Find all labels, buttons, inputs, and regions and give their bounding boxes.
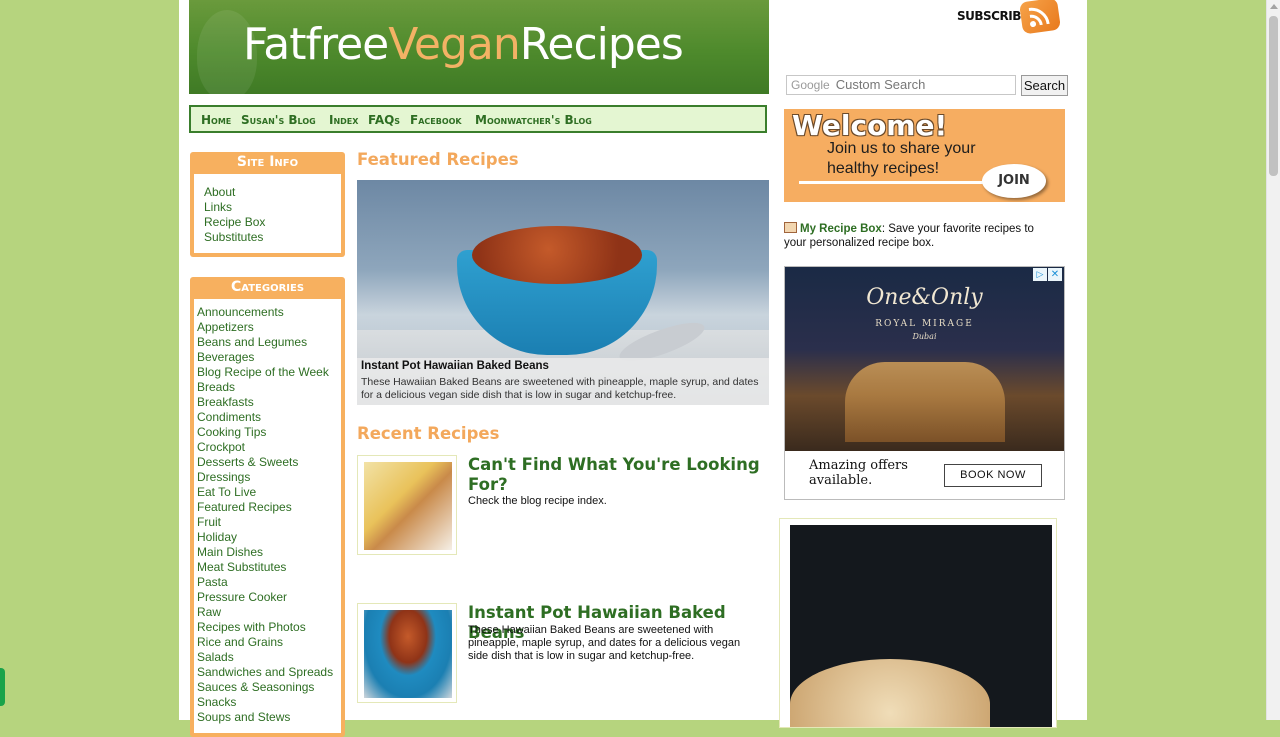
category-link[interactable]: Condiments — [197, 410, 341, 425]
category-link[interactable]: Sandwiches and Spreads — [197, 665, 341, 680]
site-title: FatfreeVeganRecipes — [243, 19, 684, 70]
site-title-part2: Vegan — [388, 19, 521, 70]
nav-moonwatchers-blog[interactable]: Moonwatcher's Blog — [475, 113, 592, 127]
nav-home[interactable]: Home — [201, 113, 231, 127]
featured-beans — [472, 226, 642, 284]
site-info-box: Site Info About Links Recipe Box Substit… — [190, 152, 345, 257]
ad-subtitle: ROYAL MIRAGE — [875, 319, 974, 329]
featured-caption: Instant Pot Hawaiian Baked Beans These H… — [357, 358, 769, 405]
site-info-link[interactable]: About — [204, 185, 341, 200]
recent-recipes-heading: Recent Recipes — [357, 424, 500, 443]
search-placeholder: Custom Search — [835, 77, 926, 92]
category-link[interactable]: Main Dishes — [197, 545, 341, 560]
site-title-part3: Recipes — [519, 19, 684, 70]
category-link[interactable]: Crockpot — [197, 440, 341, 455]
category-link[interactable]: Eat To Live — [197, 485, 341, 500]
category-link[interactable]: Salads — [197, 650, 341, 665]
nav-index[interactable]: Index — [329, 113, 358, 127]
sidebar-recipe-photo[interactable] — [779, 518, 1057, 728]
feedback-side-tab[interactable] — [0, 668, 5, 706]
category-link[interactable]: Recipes with Photos — [197, 620, 341, 635]
category-link[interactable]: Featured Recipes — [197, 500, 341, 515]
site-info-link[interactable]: Recipe Box — [204, 215, 341, 230]
search-input[interactable]: Google Custom Search — [786, 75, 1016, 95]
category-link[interactable]: Desserts & Sweets — [197, 455, 341, 470]
category-link[interactable]: Announcements — [197, 305, 341, 320]
google-label: Google — [791, 78, 830, 92]
thumbnail-image — [364, 610, 452, 698]
category-link[interactable]: Beverages — [197, 350, 341, 365]
book-now-button[interactable]: BOOK NOW — [944, 464, 1042, 487]
category-link[interactable]: Breakfasts — [197, 395, 341, 410]
page-scrollbar[interactable] — [1266, 0, 1280, 720]
site-logo-banner[interactable]: FatfreeVeganRecipes — [189, 0, 769, 94]
category-link[interactable]: Snacks — [197, 695, 341, 710]
join-button[interactable]: JOIN — [982, 164, 1046, 198]
search-button[interactable]: Search — [1021, 75, 1068, 96]
category-link[interactable]: Dressings — [197, 470, 341, 485]
category-link[interactable]: Fruit — [197, 515, 341, 530]
main-nav: Home Susan's Blog Index FAQs Facebook Mo… — [189, 105, 767, 133]
post-excerpt: Check the blog recipe index. — [468, 495, 607, 507]
category-link[interactable]: Holiday — [197, 530, 341, 545]
welcome-join-banner[interactable]: Welcome! Join us to share your healthy r… — [784, 109, 1065, 202]
category-link[interactable]: Breads — [197, 380, 341, 395]
featured-caption-text: These Hawaiian Baked Beans are sweetened… — [361, 376, 759, 401]
nav-susans-blog[interactable]: Susan's Blog — [241, 113, 316, 127]
welcome-text: Join us to share your healthy recipes! — [827, 139, 976, 179]
post-title[interactable]: Can't Find What You're Looking For? — [468, 455, 769, 495]
category-link[interactable]: Pressure Cooker — [197, 590, 341, 605]
ad-offer-line: available. — [809, 473, 873, 488]
rss-icon[interactable] — [1018, 0, 1062, 35]
ad-palace-shape — [845, 362, 1005, 442]
hotel-advertisement[interactable]: One&Only ROYAL MIRAGE Dubai Amazing offe… — [784, 266, 1065, 500]
thumbnail-image — [364, 462, 452, 550]
post-excerpt: These Hawaiian Baked Beans are sweetened… — [468, 624, 741, 662]
ad-offer-text: Amazing offers available. — [809, 458, 908, 488]
recent-post: Instant Pot Hawaiian Baked Beans These H… — [357, 603, 769, 703]
categories-box: Categories Announcements Appetizers Beans … — [190, 277, 345, 737]
recent-post: Can't Find What You're Looking For? Chec… — [357, 455, 769, 555]
site-title-part1: Fatfree — [243, 19, 389, 70]
subscribe-link[interactable]: SUBSCRIBE — [957, 9, 1029, 23]
scroll-up-icon[interactable] — [1270, 4, 1278, 9]
ad-brand: One&Only — [866, 285, 983, 310]
post-thumbnail[interactable] — [357, 455, 457, 555]
category-link[interactable]: Cooking Tips — [197, 425, 341, 440]
site-info-link[interactable]: Links — [204, 200, 341, 215]
ad-offer-line: Amazing offers — [809, 458, 908, 473]
category-link[interactable]: Appetizers — [197, 320, 341, 335]
my-recipe-box-link[interactable]: My Recipe Box — [800, 223, 882, 235]
featured-caption-title[interactable]: Instant Pot Hawaiian Baked Beans — [361, 360, 549, 372]
adchoices-icon[interactable]: ▷ — [1033, 268, 1047, 281]
category-link[interactable]: Soups and Stews — [197, 710, 341, 725]
category-link[interactable]: Rice and Grains — [197, 635, 341, 650]
category-link[interactable]: Pasta — [197, 575, 341, 590]
category-link[interactable]: Sauces & Seasonings — [197, 680, 341, 695]
nav-faqs[interactable]: FAQs — [368, 113, 400, 127]
site-info-link[interactable]: Substitutes — [204, 230, 341, 245]
featured-slide[interactable]: Instant Pot Hawaiian Baked Beans These H… — [357, 180, 769, 405]
recipe-box-icon — [784, 222, 797, 233]
scrollbar-thumb[interactable] — [1269, 16, 1278, 176]
ad-close-icon[interactable]: ✕ — [1048, 268, 1062, 281]
featured-recipes-heading: Featured Recipes — [357, 150, 519, 169]
ad-location: Dubai — [912, 332, 937, 341]
post-thumbnail[interactable] — [357, 603, 457, 703]
welcome-text-line: Join us to share your — [827, 140, 976, 157]
recipe-box-promo: My Recipe Box: Save your favorite recipe… — [784, 222, 1054, 250]
category-link[interactable]: Meat Substitutes — [197, 560, 341, 575]
nav-facebook[interactable]: Facebook — [410, 113, 462, 127]
categories-list: Announcements Appetizers Beans and Legumes… — [194, 299, 341, 733]
category-link[interactable]: Beans and Legumes — [197, 335, 341, 350]
welcome-heading: Welcome! — [792, 109, 948, 142]
category-link[interactable]: Raw — [197, 605, 341, 620]
welcome-text-line: healthy recipes! — [827, 160, 940, 177]
category-link[interactable]: Blog Recipe of the Week — [197, 365, 341, 380]
categories-heading: Categories — [230, 279, 305, 295]
site-info-heading: Site Info — [236, 154, 299, 170]
